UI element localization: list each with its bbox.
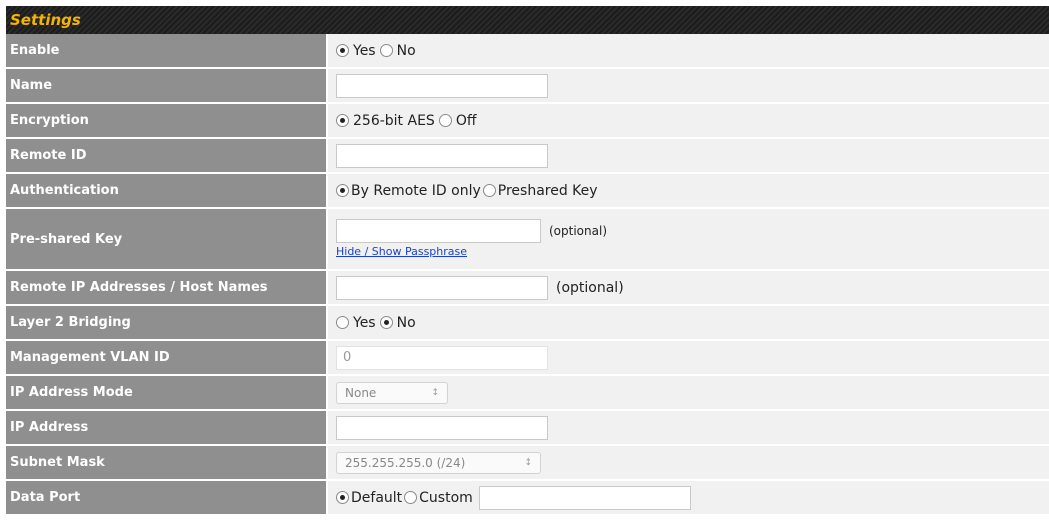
preshared-key-hint: (optional) [549,224,607,238]
ip-mode-select[interactable]: None ↕ [336,381,448,404]
preshared-key-label: Pre-shared Key [6,208,328,271]
mgmt-vlan-input[interactable]: 0 [336,345,548,370]
encryption-off-label[interactable]: Off [456,113,477,129]
remote-id-label: Remote ID [6,138,328,174]
data-port-label: Data Port [6,480,328,516]
subnet-mask-select[interactable]: 255.255.255.0 (/24) ↕ [336,451,541,474]
data-port-custom-label[interactable]: Custom [419,490,473,506]
updown-chevron-icon: ↕ [524,457,532,468]
encryption-aes-radio[interactable] [336,114,349,127]
enable-yes-label[interactable]: Yes [353,43,376,59]
row-ip-mode: IP Address Mode None ↕ [6,375,1049,411]
settings-table: Enable Yes No Name Encryption 256-bit AES… [6,34,1049,516]
row-enable: Enable Yes No [6,34,1049,69]
row-remote-id: Remote ID [6,138,1049,174]
ip-mode-selected: None [345,385,377,400]
remote-ip-hint: (optional) [556,279,624,296]
layer2-no-label[interactable]: No [397,315,416,331]
data-port-custom-radio[interactable] [404,491,418,504]
mgmt-vlan-label: Management VLAN ID [6,340,328,376]
auth-preshared-label[interactable]: Preshared Key [498,183,598,199]
row-remote-ip: Remote IP Addresses / Host Names (option… [6,270,1049,306]
data-port-custom-input[interactable] [478,485,691,510]
data-port-default-radio[interactable] [336,491,349,504]
row-preshared-key: Pre-shared Key (optional) Hide / Show Pa… [6,208,1049,271]
enable-no-label[interactable]: No [397,43,416,59]
row-ip-address: IP Address [6,410,1049,446]
auth-remote-id-radio[interactable] [336,184,349,197]
ip-mode-label: IP Address Mode [6,375,328,411]
encryption-label: Encryption [6,103,328,139]
ip-address-label: IP Address [6,410,328,446]
row-subnet-mask: Subnet Mask 255.255.255.0 (/24) ↕ [6,445,1049,481]
enable-no-radio[interactable] [379,44,393,57]
subnet-mask-selected: 255.255.255.0 (/24) [345,455,466,470]
layer2-yes-label[interactable]: Yes [353,315,376,331]
row-encryption: Encryption 256-bit AES Off [6,103,1049,139]
row-name: Name [6,68,1049,104]
section-title: Settings [6,6,1049,34]
auth-preshared-radio[interactable] [482,184,496,197]
row-layer2: Layer 2 Bridging Yes No [6,305,1049,341]
name-input[interactable] [336,73,548,98]
encryption-off-radio[interactable] [438,114,452,127]
auth-remote-id-label[interactable]: By Remote ID only [351,183,481,199]
hide-show-passphrase-link[interactable]: Hide / Show Passphrase [336,245,467,258]
layer2-yes-radio[interactable] [336,316,349,329]
remote-ip-input[interactable] [336,275,548,300]
remote-id-input[interactable] [336,143,548,168]
preshared-key-input[interactable] [336,219,541,243]
settings-panel: Settings Enable Yes No Name Encryption 25… [6,6,1049,516]
layer2-label: Layer 2 Bridging [6,305,328,341]
enable-yes-radio[interactable] [336,44,349,57]
authentication-label: Authentication [6,173,328,209]
row-mgmt-vlan: Management VLAN ID 0 [6,340,1049,376]
subnet-mask-label: Subnet Mask [6,445,328,481]
data-port-default-label[interactable]: Default [351,490,402,506]
updown-chevron-icon: ↕ [431,387,439,398]
layer2-no-radio[interactable] [379,316,393,329]
row-authentication: Authentication By Remote ID only Preshare… [6,173,1049,209]
row-data-port: Data Port Default Custom [6,480,1049,516]
enable-label: Enable [6,34,328,69]
encryption-aes-label[interactable]: 256-bit AES [353,113,435,129]
ip-address-input[interactable] [336,415,548,440]
name-label: Name [6,68,328,104]
remote-ip-label: Remote IP Addresses / Host Names [6,270,328,306]
